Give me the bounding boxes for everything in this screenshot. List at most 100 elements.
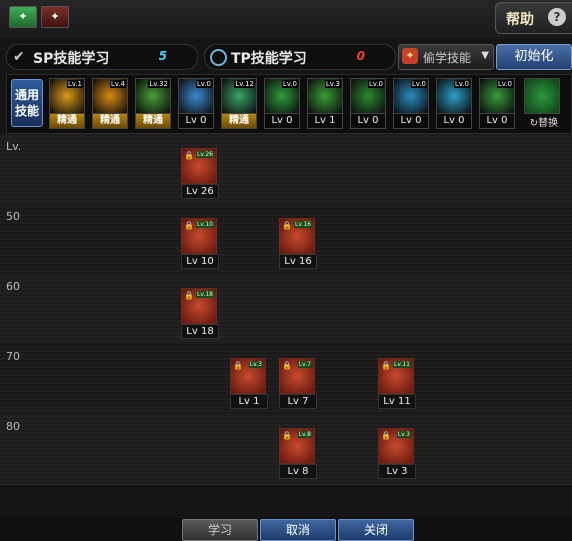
tree-skill-node[interactable]: 🔒 Lv.10 Lv 10 bbox=[181, 218, 219, 269]
skill-slot[interactable]: Lv.12 精通 bbox=[221, 78, 257, 130]
sp-label: SP技能学习 bbox=[33, 51, 110, 67]
lock-icon: 🔒 bbox=[282, 431, 292, 440]
skill-level-tag: Lv.0 bbox=[367, 80, 384, 88]
tree-skill-node[interactable]: 🔒 Lv.7 Lv 7 bbox=[279, 358, 317, 409]
steal-skill-dropdown[interactable]: ✦ 偷学技能 ▼ bbox=[398, 44, 494, 70]
close-button[interactable]: 关闭 bbox=[338, 519, 414, 541]
steal-skill-label: 偷学技能 bbox=[423, 51, 472, 65]
learn-button[interactable]: 学习 bbox=[182, 519, 258, 541]
skill-level: Lv 3 bbox=[378, 464, 416, 479]
skill-icon: 🔒 Lv.16 bbox=[279, 218, 315, 254]
skill-slot[interactable]: Lv.32 精通 bbox=[135, 78, 171, 130]
help-button[interactable]: 帮助 ? bbox=[495, 2, 572, 34]
skill-icon: Lv.0 bbox=[350, 78, 386, 114]
skill-level-tag: Lv.0 bbox=[453, 80, 470, 88]
skill-slot[interactable]: Lv.1 精通 bbox=[49, 78, 85, 130]
tree-skill-node[interactable]: 🔒 Lv.3 Lv 1 bbox=[230, 358, 268, 409]
skill-level: 精通 bbox=[221, 113, 257, 129]
skill-slot[interactable]: Lv.4 精通 bbox=[92, 78, 128, 130]
tp-label: TP技能学习 bbox=[231, 51, 307, 67]
tp-value: 0 bbox=[356, 49, 365, 63]
chevron-down-icon: ▼ bbox=[481, 50, 489, 61]
tree-skill-node[interactable]: 🔒 Lv.16 Lv 16 bbox=[279, 218, 317, 269]
swap-label: ↻替换 bbox=[529, 118, 559, 129]
skill-level-tag: Lv.3 bbox=[324, 80, 341, 88]
skill-level-tag: Lv.4 bbox=[109, 80, 126, 88]
row-level-label: Lv. bbox=[6, 140, 22, 153]
skill-level: 精通 bbox=[135, 113, 171, 129]
lock-icon: 🔒 bbox=[282, 221, 292, 230]
skill-icon: Lv.4 bbox=[92, 78, 128, 114]
tree-skill-node[interactable]: 🔒 Lv.8 Lv 8 bbox=[279, 428, 317, 479]
row-level-label: 70 bbox=[6, 350, 20, 363]
skill-icon: Lv.0 bbox=[479, 78, 515, 114]
row-level-label: 80 bbox=[6, 420, 20, 433]
green-tab-button[interactable]: ✦ bbox=[9, 6, 37, 28]
skill-level-tag: Lv.0 bbox=[195, 80, 212, 88]
common-skills-tab[interactable]: 通用技能 bbox=[11, 79, 43, 127]
skill-level-tag: Lv.3 bbox=[396, 431, 411, 438]
tree-skill-node[interactable]: 🔒 Lv.11 Lv 11 bbox=[378, 358, 416, 409]
skill-icon: 🔒 Lv.3 bbox=[378, 428, 414, 464]
skill-level: Lv 1 bbox=[307, 113, 343, 129]
skill-icon: 🔒 Lv.7 bbox=[279, 358, 315, 394]
skill-icon: 🔒 Lv.18 bbox=[181, 288, 217, 324]
row-level-label: 50 bbox=[6, 210, 20, 223]
lock-icon: 🔒 bbox=[184, 221, 194, 230]
tree-skill-node[interactable]: 🔒 Lv.26 Lv 26 bbox=[181, 148, 219, 199]
skill-icon: Lv.0 bbox=[178, 78, 214, 114]
skill-level: Lv 0 bbox=[350, 113, 386, 129]
skill-level: Lv 26 bbox=[181, 184, 219, 199]
skill-level-tag: Lv.12 bbox=[234, 80, 255, 88]
skill-slot[interactable]: Lv.0 Lv 0 bbox=[178, 78, 214, 130]
skill-slot[interactable]: Lv.3 Lv 1 bbox=[307, 78, 343, 130]
sp-skill-learning: ✔ SP技能学习 5 bbox=[6, 44, 198, 70]
swap-skill-icon bbox=[524, 78, 560, 114]
skill-tree: Lv. 50 60 70 80 🔒 Lv.26 Lv 26 🔒 Lv.10 Lv 10 🔒 Lv.16… bbox=[0, 134, 572, 517]
bottom-bar: 学习 取消 关闭 bbox=[0, 517, 572, 541]
skill-slot[interactable]: Lv.0 Lv 0 bbox=[479, 78, 515, 130]
skill-level: 精通 bbox=[49, 113, 85, 129]
skill-level: Lv 7 bbox=[279, 394, 317, 409]
skill-level: Lv 11 bbox=[378, 394, 416, 409]
skill-level-tag: Lv.1 bbox=[66, 80, 83, 88]
skill-level-tag: Lv.7 bbox=[297, 361, 312, 368]
red-tab-button[interactable]: ✦ bbox=[41, 6, 69, 28]
tab-glyph-icon: ✦ bbox=[50, 10, 60, 23]
skill-level-tag: Lv.16 bbox=[294, 221, 312, 228]
skill-level: Lv 18 bbox=[181, 324, 219, 339]
skill-level: Lv 0 bbox=[436, 113, 472, 129]
lock-icon: 🔒 bbox=[184, 291, 194, 300]
lock-icon: 🔒 bbox=[233, 361, 243, 370]
ring-icon bbox=[210, 49, 227, 66]
skill-level-tag: Lv.11 bbox=[393, 361, 411, 368]
skill-level: Lv 10 bbox=[181, 254, 219, 269]
skill-level-tag: Lv.10 bbox=[196, 221, 214, 228]
skill-level: Lv 0 bbox=[178, 113, 214, 129]
lock-icon: 🔒 bbox=[282, 361, 292, 370]
skill-slot[interactable]: Lv.0 Lv 0 bbox=[350, 78, 386, 130]
skill-slot[interactable]: Lv.0 Lv 0 bbox=[264, 78, 300, 130]
skill-level-tag: Lv.26 bbox=[196, 151, 214, 158]
skill-level: Lv 8 bbox=[279, 464, 317, 479]
tp-skill-learning: TP技能学习 0 bbox=[204, 44, 396, 70]
skill-level-tag: Lv.0 bbox=[281, 80, 298, 88]
skill-level: 精通 bbox=[92, 113, 128, 129]
initialize-button[interactable]: 初始化 bbox=[496, 44, 572, 70]
lock-icon: 🔒 bbox=[381, 361, 391, 370]
check-icon: ✔ bbox=[13, 49, 25, 65]
skill-level-tag: Lv.0 bbox=[496, 80, 513, 88]
help-label: 帮助 bbox=[506, 12, 534, 28]
skill-level-tag: Lv.32 bbox=[148, 80, 169, 88]
cancel-button[interactable]: 取消 bbox=[260, 519, 336, 541]
skill-slot[interactable]: Lv.0 Lv 0 bbox=[393, 78, 429, 130]
skill-slot[interactable]: Lv.0 Lv 0 bbox=[436, 78, 472, 130]
tree-skill-node[interactable]: 🔒 Lv.3 Lv 3 bbox=[378, 428, 416, 479]
skill-icon: Lv.12 bbox=[221, 78, 257, 114]
tree-skill-node[interactable]: 🔒 Lv.18 Lv 18 bbox=[181, 288, 219, 339]
sp-value: 5 bbox=[158, 49, 167, 63]
common-skill-bar: 通用技能 Lv.1 精通 Lv.4 精通 Lv.32 精通 Lv.0 Lv 0 Lv.12 精通 L… bbox=[6, 74, 572, 134]
swap-slot[interactable]: ↻替换 bbox=[524, 78, 564, 130]
skill-level: Lv 16 bbox=[279, 254, 317, 269]
skill-icon: 🔒 Lv.8 bbox=[279, 428, 315, 464]
